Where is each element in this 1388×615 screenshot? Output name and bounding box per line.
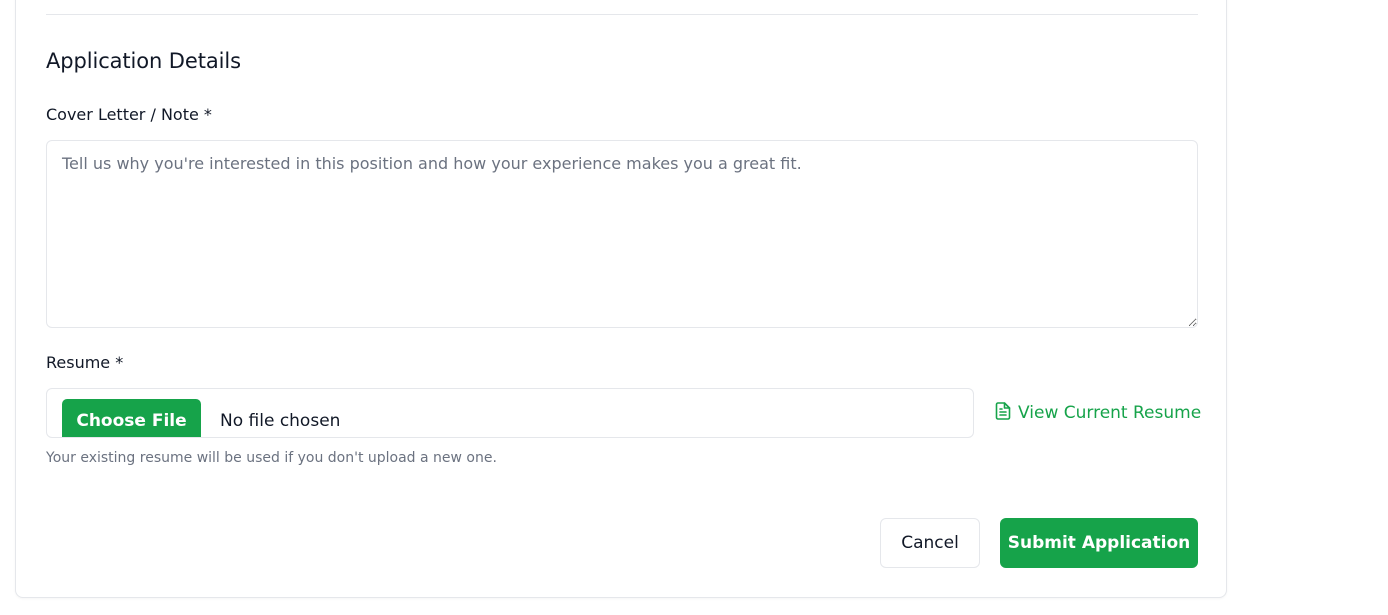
cover-letter-textarea[interactable] — [46, 140, 1198, 328]
view-current-resume-link[interactable]: View Current Resume — [995, 401, 1202, 425]
resume-file-input[interactable]: Choose File No file chosen — [46, 388, 974, 438]
section-title: Application Details — [46, 49, 241, 73]
choose-file-button[interactable]: Choose File — [62, 399, 201, 437]
cover-letter-label: Cover Letter / Note * — [46, 105, 212, 124]
file-text-icon — [995, 401, 1018, 425]
section-divider — [46, 14, 1198, 15]
resume-help-text: Your existing resume will be used if you… — [46, 450, 497, 466]
resume-label: Resume * — [46, 353, 124, 372]
submit-application-button[interactable]: Submit Application — [1000, 518, 1198, 568]
view-current-resume-label: View Current Resume — [1018, 403, 1202, 423]
cancel-button[interactable]: Cancel — [880, 518, 980, 568]
file-status-text: No file chosen — [220, 411, 341, 431]
